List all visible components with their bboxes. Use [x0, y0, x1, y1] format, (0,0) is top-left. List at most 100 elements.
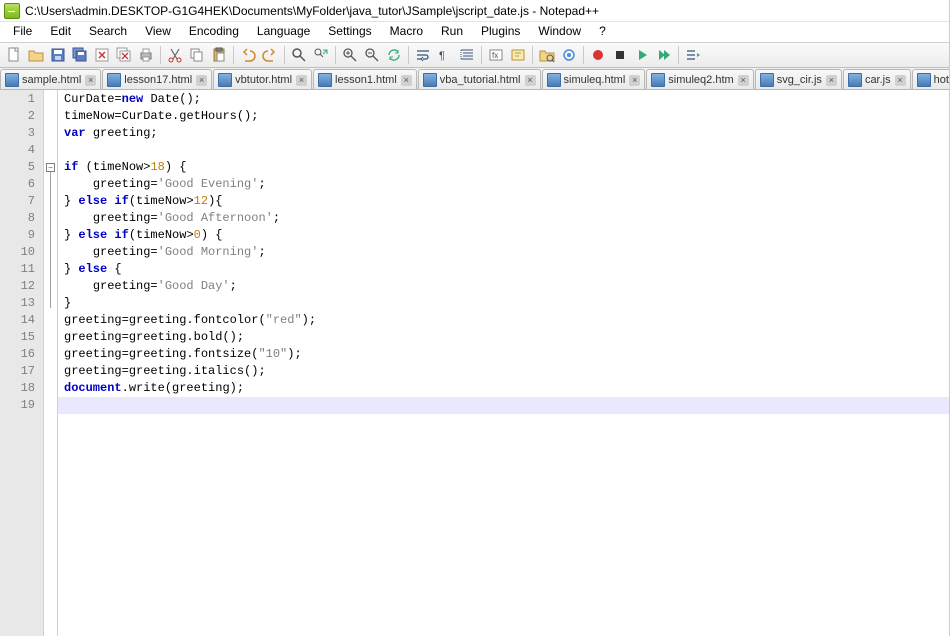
- tab-close-button[interactable]: ×: [895, 75, 906, 86]
- tab-hotel-html[interactable]: hotel.html×: [912, 69, 949, 90]
- file-icon: [423, 73, 437, 87]
- wordwrap-button[interactable]: [413, 45, 433, 65]
- wordwrap-icon: [415, 47, 431, 63]
- zoom-in-button[interactable]: [340, 45, 360, 65]
- code-line[interactable]: if (timeNow>18) {: [58, 159, 949, 176]
- new-button[interactable]: [4, 45, 24, 65]
- menu-search[interactable]: Search: [80, 22, 136, 42]
- paste-button[interactable]: [209, 45, 229, 65]
- code-line[interactable]: greeting='Good Evening';: [58, 176, 949, 193]
- code-line[interactable]: greeting='Good Day';: [58, 278, 949, 295]
- tab-car-js[interactable]: car.js×: [843, 69, 911, 90]
- lang-button[interactable]: fx: [486, 45, 506, 65]
- copy-button[interactable]: [187, 45, 207, 65]
- tab-close-button[interactable]: ×: [826, 75, 837, 86]
- folder-button[interactable]: [537, 45, 557, 65]
- code-line[interactable]: var greeting;: [58, 125, 949, 142]
- play-icon: [634, 47, 650, 63]
- play-multi-button[interactable]: [654, 45, 674, 65]
- tab-simuleq2-htm[interactable]: simuleq2.htm×: [646, 69, 753, 90]
- tab-label: lesson1.html: [335, 74, 397, 86]
- code-line[interactable]: } else {: [58, 261, 949, 278]
- find-button[interactable]: [289, 45, 309, 65]
- save-all-button[interactable]: [70, 45, 90, 65]
- menu-help[interactable]: ?: [590, 22, 615, 42]
- cut-button[interactable]: [165, 45, 185, 65]
- print-button[interactable]: [136, 45, 156, 65]
- code-line[interactable]: CurDate=new Date();: [58, 91, 949, 108]
- menu-file[interactable]: File: [4, 22, 41, 42]
- undo-button[interactable]: [238, 45, 258, 65]
- allchars-button[interactable]: ¶: [435, 45, 455, 65]
- tab-vbtutor-html[interactable]: vbtutor.html ×: [213, 69, 312, 90]
- line-number: 12: [0, 278, 43, 295]
- tab-close-button[interactable]: ×: [525, 75, 536, 86]
- menu-view[interactable]: View: [136, 22, 180, 42]
- menu-encoding[interactable]: Encoding: [180, 22, 248, 42]
- code-line[interactable]: document.write(greeting);: [58, 380, 949, 397]
- eol-button[interactable]: [508, 45, 528, 65]
- save-button[interactable]: [48, 45, 68, 65]
- stop-button[interactable]: [610, 45, 630, 65]
- line-number: 13: [0, 295, 43, 312]
- tab-lesson17-html[interactable]: lesson17.html×: [102, 69, 212, 90]
- code-line[interactable]: }: [58, 295, 949, 312]
- toolbar-separator: [160, 46, 161, 64]
- tab-close-button[interactable]: ×: [401, 75, 412, 86]
- indent-guide-button[interactable]: [457, 45, 477, 65]
- open-button[interactable]: [26, 45, 46, 65]
- lang-icon: fx: [488, 47, 504, 63]
- tab-vba_tutorial-html[interactable]: vba_tutorial.html×: [418, 69, 541, 90]
- tab-lesson1-html[interactable]: lesson1.html ×: [313, 69, 417, 90]
- window-title: C:\Users\admin.DESKTOP-G1G4HEK\Documents…: [25, 4, 599, 18]
- tab-close-button[interactable]: ×: [196, 75, 207, 86]
- tab-sample-html[interactable]: sample.html×: [0, 69, 101, 90]
- tab-close-button[interactable]: ×: [85, 75, 96, 86]
- zoom-out-button[interactable]: [362, 45, 382, 65]
- menu-settings[interactable]: Settings: [319, 22, 380, 42]
- monitor-button[interactable]: [559, 45, 579, 65]
- line-number: 15: [0, 329, 43, 346]
- code-line[interactable]: [58, 142, 949, 159]
- record-button[interactable]: [588, 45, 608, 65]
- code-line[interactable]: } else if(timeNow>0) {: [58, 227, 949, 244]
- menu-window[interactable]: Window: [529, 22, 590, 42]
- menu-run[interactable]: Run: [432, 22, 472, 42]
- code-line[interactable]: greeting=greeting.fontcolor("red");: [58, 312, 949, 329]
- tab-close-button[interactable]: ×: [629, 75, 640, 86]
- code-area[interactable]: CurDate=new Date();timeNow=CurDate.getHo…: [58, 90, 949, 636]
- sync-button[interactable]: [384, 45, 404, 65]
- tab-close-button[interactable]: ×: [738, 75, 749, 86]
- playlist-button[interactable]: [683, 45, 703, 65]
- fold-toggle[interactable]: −: [46, 163, 55, 172]
- menubar: File Edit Search View Encoding Language …: [0, 22, 949, 42]
- tab-close-button[interactable]: ×: [296, 75, 307, 86]
- tab-label: hotel.html: [934, 74, 949, 86]
- code-line[interactable]: [58, 397, 949, 414]
- menu-macro[interactable]: Macro: [381, 22, 432, 42]
- play-button[interactable]: [632, 45, 652, 65]
- tab-label: vbtutor.html: [235, 74, 292, 86]
- code-line[interactable]: greeting=greeting.fontsize("10");: [58, 346, 949, 363]
- code-line[interactable]: greeting=greeting.bold();: [58, 329, 949, 346]
- menu-plugins[interactable]: Plugins: [472, 22, 529, 42]
- close-icon: [94, 47, 110, 63]
- code-line[interactable]: greeting='Good Afternoon';: [58, 210, 949, 227]
- titlebar: C:\Users\admin.DESKTOP-G1G4HEK\Documents…: [0, 0, 949, 22]
- code-line[interactable]: } else if(timeNow>12){: [58, 193, 949, 210]
- save-all-icon: [72, 47, 88, 63]
- code-line[interactable]: timeNow=CurDate.getHours();: [58, 108, 949, 125]
- replace-button[interactable]: [311, 45, 331, 65]
- toolbar-separator: [532, 46, 533, 64]
- menu-edit[interactable]: Edit: [41, 22, 80, 42]
- fold-column: −: [44, 90, 58, 636]
- line-number: 19: [0, 397, 43, 414]
- code-line[interactable]: greeting=greeting.italics();: [58, 363, 949, 380]
- close-button[interactable]: [92, 45, 112, 65]
- tab-simuleq-html[interactable]: simuleq.html×: [542, 69, 646, 90]
- code-line[interactable]: greeting='Good Morning';: [58, 244, 949, 261]
- menu-language[interactable]: Language: [248, 22, 319, 42]
- redo-button[interactable]: [260, 45, 280, 65]
- close-all-button[interactable]: [114, 45, 134, 65]
- tab-svg_cir-js[interactable]: svg_cir.js×: [755, 69, 842, 90]
